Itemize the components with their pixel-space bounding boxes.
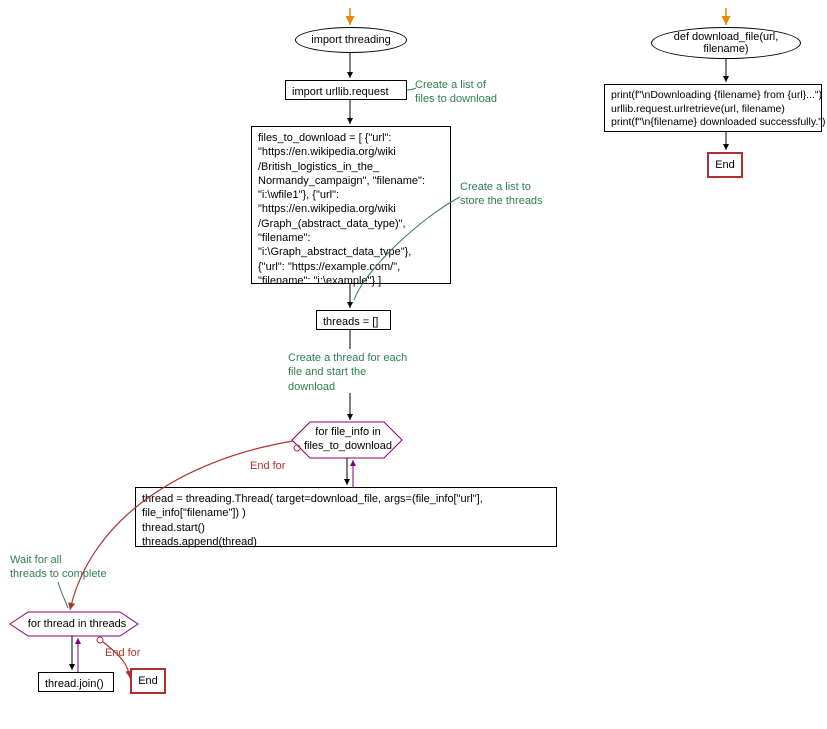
comment-thread-each-text: Create a thread for each file and start … — [288, 352, 407, 393]
box-thread-create: thread = threading.Thread( target=downlo… — [135, 487, 557, 547]
end-for-label-2: End for — [105, 647, 140, 659]
ellipse-import-threading-label: import threading — [311, 34, 391, 46]
box-thread-join-text: thread.join() — [45, 678, 104, 690]
box-files-to-download-text: files_to_download = [ {"url": "https://e… — [258, 132, 425, 287]
comment-wait-all-text: Wait for all threads to complete — [10, 554, 107, 580]
comment-thread-each: Create a thread for each file and start … — [288, 351, 407, 394]
end-box-left: End — [130, 668, 166, 694]
end-for-label-1-text: End for — [250, 460, 285, 472]
comment-store-threads-text: Create a list to store the threads — [460, 181, 543, 207]
end-for-label-2-text: End for — [105, 647, 140, 659]
box-thread-join: thread.join() — [38, 672, 114, 692]
ellipse-def-download-file: def download_file(url, filename) — [651, 27, 801, 59]
box-import-urllib-label: import urllib.request — [292, 86, 389, 98]
hex-for-threads-label-text: for thread in threads — [28, 618, 126, 630]
end-for-label-1: End for — [250, 460, 285, 472]
comment-wait-all: Wait for all threads to complete — [10, 553, 107, 582]
box-thread-create-text: thread = threading.Thread( target=downlo… — [142, 493, 483, 548]
box-files-to-download: files_to_download = [ {"url": "https://e… — [251, 126, 451, 284]
box-import-urllib: import urllib.request — [285, 80, 407, 100]
end-box-right: End — [707, 152, 743, 178]
hex-for-files-label: for file_info in files_to_download — [302, 425, 394, 454]
comment-create-files-list-text: Create a list of files to download — [415, 79, 497, 105]
box-threads-empty: threads = [] — [316, 310, 391, 330]
hex-for-files-label-text: for file_info in files_to_download — [304, 426, 392, 452]
ellipse-import-threading: import threading — [295, 27, 407, 53]
box-download-body-text: print(f"\nDownloading {filename} from {u… — [611, 89, 825, 128]
hex-for-threads-label: for thread in threads — [22, 617, 132, 631]
end-box-left-text: End — [138, 675, 158, 687]
comment-store-threads: Create a list to store the threads — [460, 180, 543, 209]
end-box-right-text: End — [715, 159, 735, 171]
box-threads-empty-text: threads = [] — [323, 316, 378, 328]
ellipse-def-download-file-text: def download_file(url, filename) — [674, 31, 779, 55]
comment-create-files-list: Create a list of files to download — [415, 78, 497, 107]
box-download-body: print(f"\nDownloading {filename} from {u… — [604, 84, 822, 132]
